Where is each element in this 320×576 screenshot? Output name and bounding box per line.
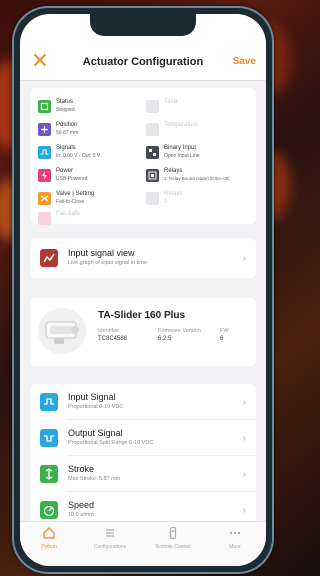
- status-item-signals: Signals In: 0.00 V - Out: 0 V: [38, 144, 150, 164]
- tab-remote-control[interactable]: Remote Control: [148, 526, 198, 562]
- status-panel: Status Stopped Position 50.87 mm Signals…: [30, 88, 258, 225]
- device-image: [38, 308, 86, 354]
- tab-bar: Python Configurations Remote Control Mor…: [20, 521, 266, 566]
- app-screen: Actuator Configuration Save Status Stopp…: [20, 14, 266, 566]
- chevron-right-icon: ›: [242, 469, 246, 480]
- status-item-time: Time: [146, 98, 258, 118]
- position-icon: [38, 123, 51, 136]
- fail-safe-icon: [38, 212, 51, 225]
- valve-icon: [38, 192, 51, 205]
- chevron-right-icon: ›: [242, 253, 246, 264]
- graph-icon: [40, 249, 58, 267]
- input-signal-view-card[interactable]: Input signal view Live graph of input si…: [30, 238, 256, 278]
- status-item-relays-2: Relays 2: -: [146, 190, 258, 210]
- relay-icon: [146, 192, 159, 205]
- chevron-right-icon: ›: [242, 433, 246, 444]
- speed-icon: [40, 501, 58, 519]
- signal-icon: [38, 146, 51, 159]
- device-identifier: Identifier TC8C4588: [98, 328, 128, 342]
- notch: [90, 14, 196, 36]
- device-firmware: Firmware Version 6.2.5: [158, 328, 201, 342]
- relay-icon: [146, 169, 159, 182]
- clock-icon: [146, 100, 159, 113]
- input-signal-view-row[interactable]: Input signal view Live graph of input si…: [30, 240, 256, 276]
- power-icon: [38, 169, 51, 182]
- save-button[interactable]: Save: [233, 56, 256, 67]
- chevron-right-icon: ›: [242, 505, 246, 516]
- tab-more[interactable]: More: [210, 526, 260, 562]
- status-item-power: Power USB Powered: [38, 167, 150, 187]
- home-icon: [24, 526, 74, 544]
- status-item-binary-input: Binary Input Open Input Line: [146, 144, 258, 164]
- tab-configurations[interactable]: Configurations: [85, 526, 135, 562]
- stroke-icon: [40, 465, 58, 483]
- phone-frame: Actuator Configuration Save Status Stopp…: [12, 6, 274, 574]
- page-title: Actuator Configuration: [82, 56, 204, 68]
- status-icon: [38, 100, 51, 113]
- status-item-valve-setting: Valve | Setting Fail-to-Close: [38, 190, 150, 210]
- input-signal-row[interactable]: Input Signal Proportional 0-10 VDC ›: [30, 384, 256, 420]
- status-item-position: Position 50.87 mm: [38, 121, 150, 141]
- status-item-fail-safe: Fail-Safe: [38, 210, 150, 230]
- tab-python[interactable]: Python: [24, 526, 74, 562]
- device-card: TA-Slider 160 Plus Identifier TC8C4588 F…: [30, 298, 256, 366]
- output-signal-row[interactable]: Output Signal Proportional Split Range 6…: [30, 420, 256, 456]
- thermometer-icon: [146, 123, 159, 136]
- settings-list: Input Signal Proportional 0-10 VDC › Out…: [30, 384, 256, 530]
- device-fw: FW 6: [220, 328, 229, 342]
- chevron-right-icon: ›: [242, 397, 246, 408]
- stroke-row[interactable]: Stroke Max Stroke: 5.87 mm ›: [30, 456, 256, 492]
- status-item-temperature: Temperature: [146, 121, 258, 141]
- configurations-icon: [85, 526, 135, 544]
- binary-input-icon: [146, 146, 159, 159]
- status-item-relays: Relays 1: Relay Bound (state) [DISA-08]: [146, 167, 258, 187]
- device-name: TA-Slider 160 Plus: [98, 310, 186, 321]
- output-signal-icon: [40, 429, 58, 447]
- remote-control-icon: [148, 526, 198, 544]
- status-item-status: Status Stopped: [38, 98, 150, 118]
- input-signal-icon: [40, 393, 58, 411]
- more-icon: [210, 526, 260, 544]
